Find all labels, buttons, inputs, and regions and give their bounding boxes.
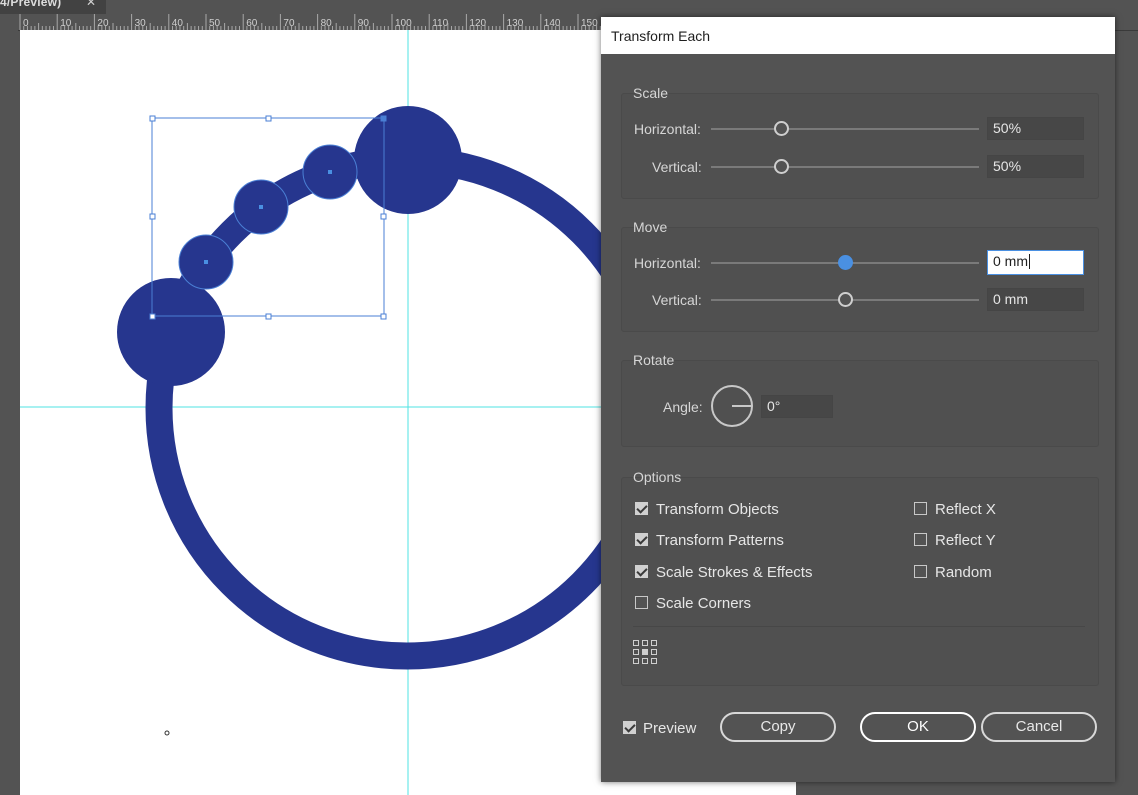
ruler-label: 20 bbox=[97, 18, 109, 29]
preview-checkbox[interactable] bbox=[623, 721, 636, 734]
close-icon[interactable]: ✕ bbox=[86, 0, 96, 9]
center-point-3 bbox=[204, 260, 208, 264]
move-vertical-label: Vertical: bbox=[652, 292, 702, 308]
dialog-titlebar[interactable]: Transform Each bbox=[601, 17, 1115, 54]
illustrator-workspace: 4/Preview) ✕ 0 10 20 30 40 50 60 70 80 90 100 110 12… bbox=[0, 0, 1138, 795]
options-title: Options bbox=[633, 469, 682, 485]
copy-button[interactable]: Copy bbox=[720, 712, 836, 742]
scale-horizontal-input[interactable]: 50% bbox=[987, 117, 1084, 140]
scale-strokes-effects-label: Scale Strokes & Effects bbox=[656, 564, 813, 581]
move-vertical-input[interactable]: 0 mm bbox=[987, 288, 1084, 311]
reflect-x-checkbox[interactable] bbox=[914, 502, 927, 515]
ruler-label: 90 bbox=[358, 18, 370, 29]
scale-title: Scale bbox=[633, 85, 669, 101]
scale-group bbox=[621, 93, 1099, 199]
preview-label: Preview bbox=[643, 720, 697, 737]
reflect-x-label: Reflect X bbox=[935, 501, 996, 518]
cursor-marker bbox=[164, 730, 170, 736]
random-label: Random bbox=[935, 564, 992, 581]
reflect-y-checkbox[interactable] bbox=[914, 533, 927, 546]
ruler-label: 70 bbox=[283, 18, 295, 29]
scale-vertical-slider-thumb[interactable] bbox=[773, 159, 789, 174]
options-divider bbox=[633, 626, 1085, 627]
vertical-ruler[interactable] bbox=[0, 30, 18, 795]
reflect-y-label: Reflect Y bbox=[935, 532, 996, 549]
ok-button[interactable]: OK bbox=[860, 712, 976, 742]
large-circle-top[interactable] bbox=[354, 106, 462, 214]
scale-vertical-label: Vertical: bbox=[652, 159, 702, 175]
text-caret bbox=[1029, 254, 1030, 269]
scale-horizontal-slider-track[interactable] bbox=[711, 128, 979, 130]
ruler-label: 10 bbox=[60, 18, 72, 29]
move-horizontal-input-value: 0 mm bbox=[993, 253, 1028, 269]
angle-label: Angle: bbox=[663, 399, 703, 415]
random-checkbox[interactable] bbox=[914, 565, 927, 578]
move-vertical-slider-thumb[interactable] bbox=[838, 292, 853, 307]
transform-each-dialog: Transform Each Scale Horizontal: 50% Ver… bbox=[601, 17, 1115, 782]
large-circle-left[interactable] bbox=[117, 278, 225, 386]
move-title: Move bbox=[633, 219, 668, 235]
document-tab[interactable]: 4/Preview) ✕ bbox=[0, 0, 106, 14]
transform-patterns-checkbox[interactable] bbox=[635, 533, 648, 546]
ruler-label: 30 bbox=[135, 18, 147, 29]
dialog-title: Transform Each bbox=[611, 28, 711, 44]
transform-patterns-label: Transform Patterns bbox=[656, 532, 784, 549]
move-horizontal-label: Horizontal: bbox=[634, 255, 701, 271]
move-horizontal-input[interactable]: 0 mm bbox=[987, 250, 1084, 275]
rotate-title: Rotate bbox=[633, 352, 675, 368]
selected-anchor bbox=[381, 116, 386, 121]
scale-vertical-input[interactable]: 50% bbox=[987, 155, 1084, 178]
ring-shape[interactable] bbox=[145, 146, 669, 670]
move-group bbox=[621, 227, 1099, 332]
transform-objects-label: Transform Objects bbox=[656, 501, 779, 518]
reference-point-locator-icon[interactable] bbox=[632, 639, 658, 665]
scale-strokes-effects-checkbox[interactable] bbox=[635, 565, 648, 578]
scale-horizontal-slider-thumb[interactable] bbox=[773, 121, 789, 136]
center-point-2 bbox=[259, 205, 263, 209]
move-horizontal-slider-thumb[interactable] bbox=[838, 255, 853, 270]
cancel-button[interactable]: Cancel bbox=[981, 712, 1097, 742]
scale-horizontal-label: Horizontal: bbox=[634, 121, 701, 137]
angle-dial-icon[interactable] bbox=[710, 384, 754, 428]
scale-vertical-slider-track[interactable] bbox=[711, 166, 979, 168]
document-tab-title: 4/Preview) bbox=[0, 0, 62, 9]
angle-input[interactable]: 0° bbox=[761, 395, 833, 418]
ruler-label: 60 bbox=[246, 18, 258, 29]
ruler-label: 40 bbox=[172, 18, 184, 29]
center-point-1 bbox=[328, 170, 332, 174]
ruler-label: 80 bbox=[321, 18, 333, 29]
ruler-label: 50 bbox=[209, 18, 221, 29]
scale-corners-label: Scale Corners bbox=[656, 595, 752, 612]
transform-objects-checkbox[interactable] bbox=[635, 502, 648, 515]
scale-corners-checkbox[interactable] bbox=[635, 596, 648, 609]
